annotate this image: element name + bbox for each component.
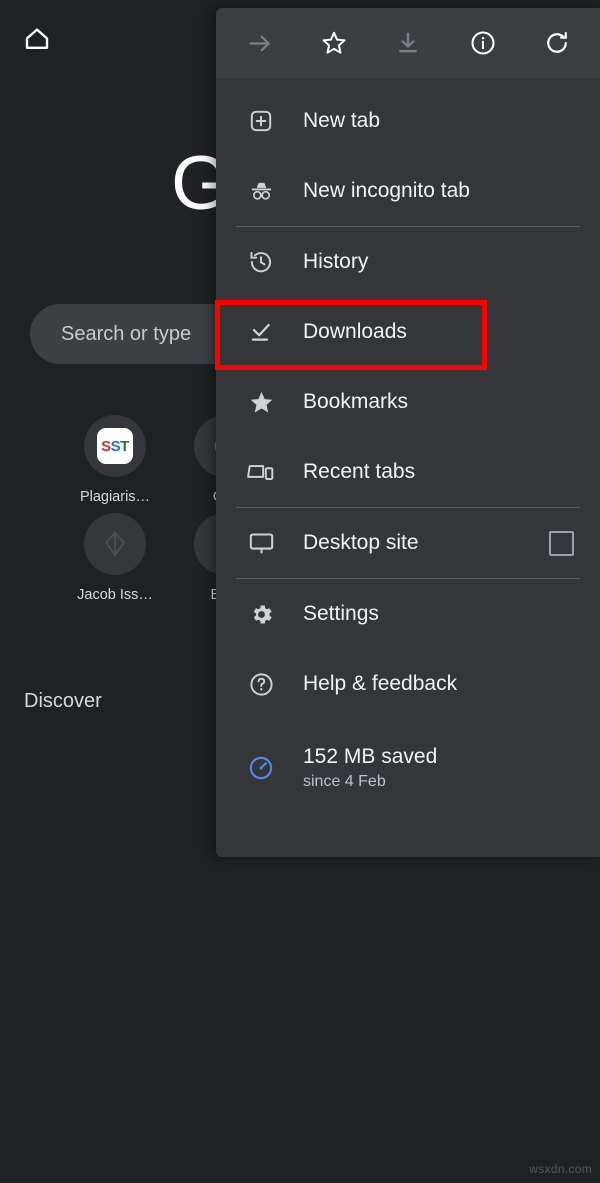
star-icon[interactable]: [317, 26, 351, 60]
menu-item-bookmarks[interactable]: Bookmarks: [216, 367, 600, 437]
watermark: wsxdn.com: [529, 1162, 592, 1176]
shortcut-tile-label: Jacob Iss…: [77, 587, 153, 603]
new-tab-icon: [246, 106, 276, 136]
info-circle-icon[interactable]: [466, 26, 500, 60]
menu-item-label: Recent tabs: [303, 460, 416, 483]
menu-item-label: Help & feedback: [303, 672, 458, 695]
sst-letter-3: T: [120, 437, 129, 455]
downloads-icon: [246, 317, 276, 347]
menu-item-list: New tab New incognito tab History Downlo…: [216, 78, 600, 817]
sst-letter-2: S: [110, 437, 121, 455]
menu-item-label: Settings: [303, 602, 379, 625]
data-saver-icon: [246, 753, 276, 783]
data-saver-title: 152 MB saved: [303, 744, 438, 768]
shortcut-icon-circle: [84, 513, 146, 575]
menu-item-history[interactable]: History: [216, 227, 600, 297]
menu-item-label: New incognito tab: [303, 179, 470, 202]
shortcut-icon-circle: SST: [84, 415, 146, 477]
star-filled-icon: [246, 387, 276, 417]
menu-item-recent-tabs[interactable]: Recent tabs: [216, 437, 600, 507]
menu-item-label: Desktop site: [303, 531, 419, 554]
help-circle-icon: [246, 669, 276, 699]
history-icon: [246, 247, 276, 277]
menu-header-toolbar: [216, 8, 600, 78]
shortcut-tile-label: Plagiaris…: [79, 489, 151, 505]
search-input-placeholder: Search or type: [61, 322, 192, 345]
gear-icon: [246, 599, 276, 629]
sst-letter-1: S: [101, 437, 111, 455]
diamond-icon: [104, 531, 126, 557]
menu-item-label: Downloads: [303, 320, 407, 343]
menu-item-data-saver[interactable]: 152 MB saved since 4 Feb: [216, 719, 600, 817]
menu-item-new-tab[interactable]: New tab: [216, 86, 600, 156]
chrome-overflow-menu: New tab New incognito tab History Downlo…: [216, 8, 600, 857]
desktop-site-checkbox[interactable]: [549, 530, 574, 556]
forward-arrow-icon[interactable]: [242, 26, 276, 60]
recent-tabs-icon: [246, 457, 276, 487]
shortcut-tile-jacob[interactable]: Jacob Iss…: [60, 513, 170, 603]
menu-item-label: History: [303, 250, 369, 273]
menu-item-downloads[interactable]: Downloads: [216, 297, 600, 367]
home-icon[interactable]: [22, 24, 52, 54]
menu-item-settings[interactable]: Settings: [216, 579, 600, 649]
incognito-icon: [246, 176, 276, 206]
menu-item-label: New tab: [303, 109, 381, 132]
shortcut-tile-plagiarism[interactable]: SST Plagiaris…: [60, 415, 170, 505]
sst-badge-icon: SST: [97, 428, 133, 464]
download-icon[interactable]: [391, 26, 425, 60]
data-saver-text: 152 MB saved since 4 Feb: [303, 743, 437, 794]
discover-heading: Discover: [24, 690, 102, 712]
menu-item-desktop-site[interactable]: Desktop site: [216, 508, 600, 578]
menu-item-label: Bookmarks: [303, 390, 409, 413]
data-saver-subtitle: since 4 Feb: [303, 772, 386, 790]
menu-item-new-incognito-tab[interactable]: New incognito tab: [216, 156, 600, 226]
menu-item-help-feedback[interactable]: Help & feedback: [216, 649, 600, 719]
desktop-icon: [246, 528, 276, 558]
reload-icon[interactable]: [540, 26, 574, 60]
